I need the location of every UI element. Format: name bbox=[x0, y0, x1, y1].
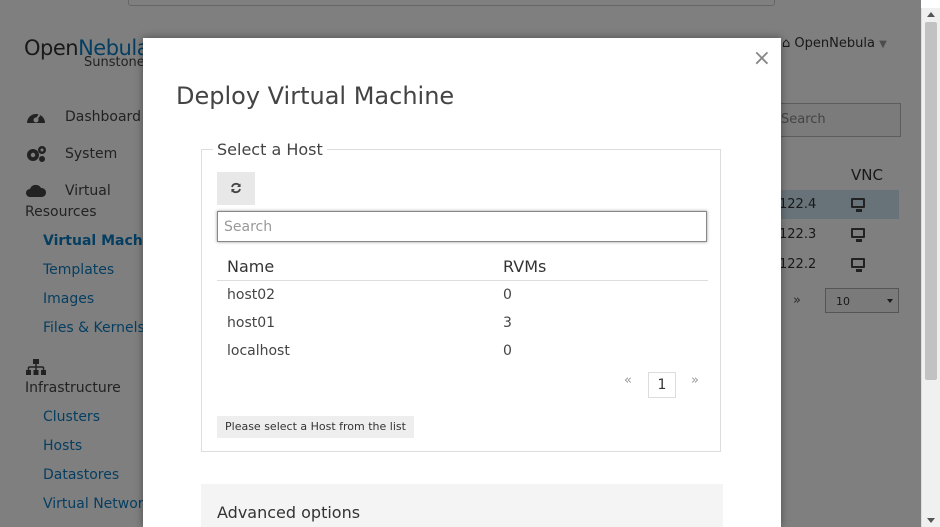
table-row[interactable]: host01 3 bbox=[217, 309, 708, 337]
pager-prev[interactable]: « bbox=[624, 373, 632, 388]
select-host-legend: Select a Host bbox=[213, 140, 327, 159]
host-name: host01 bbox=[227, 315, 276, 331]
table-row[interactable]: localhost 0 bbox=[217, 337, 708, 365]
column-header-name[interactable]: Name bbox=[227, 257, 274, 276]
table-row[interactable]: host02 0 bbox=[217, 281, 708, 309]
scroll-down-icon[interactable] bbox=[927, 518, 935, 523]
host-search-input[interactable] bbox=[217, 211, 707, 242]
host-name: host02 bbox=[227, 287, 276, 303]
select-host-hint: Please select a Host from the list bbox=[217, 416, 414, 438]
pager-current-page[interactable]: 1 bbox=[648, 372, 676, 398]
page-scrollbar[interactable] bbox=[921, 8, 940, 527]
host-rvms: 3 bbox=[503, 315, 512, 331]
scrollbar-thumb[interactable] bbox=[925, 22, 937, 380]
refresh-button[interactable] bbox=[217, 172, 255, 205]
scroll-up-icon[interactable] bbox=[927, 12, 935, 17]
host-name: localhost bbox=[227, 343, 290, 359]
pager-next[interactable]: » bbox=[691, 373, 699, 388]
deploy-vm-dialog: × Deploy Virtual Machine Select a Host N… bbox=[143, 38, 781, 527]
dialog-title: Deploy Virtual Machine bbox=[176, 82, 455, 110]
close-icon[interactable]: × bbox=[753, 46, 771, 71]
advanced-options-section[interactable]: Advanced options bbox=[201, 484, 723, 527]
host-rvms: 0 bbox=[503, 287, 512, 303]
column-header-rvms[interactable]: RVMs bbox=[503, 257, 546, 276]
advanced-options-label: Advanced options bbox=[217, 503, 361, 522]
refresh-icon bbox=[231, 182, 241, 194]
host-rvms: 0 bbox=[503, 343, 512, 359]
